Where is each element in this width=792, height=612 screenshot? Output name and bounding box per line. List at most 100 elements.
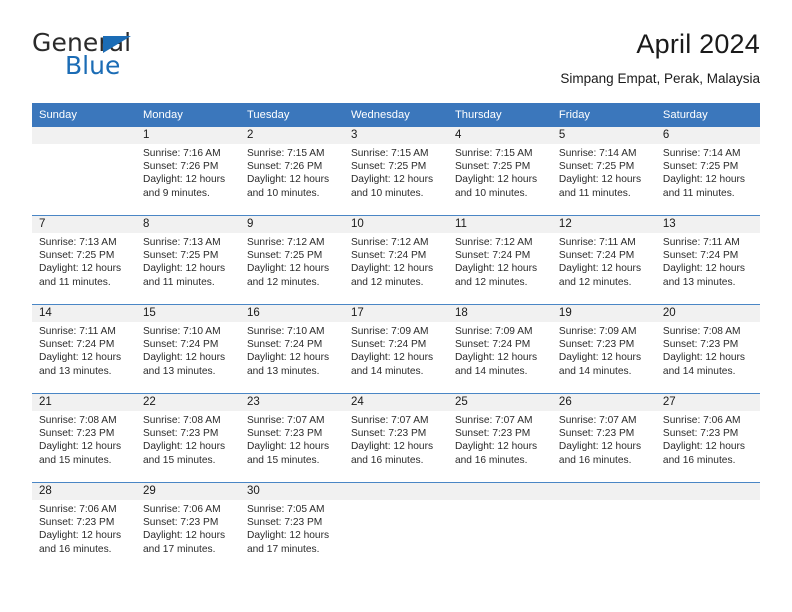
calendar-day-cell[interactable]: 24 Sunrise: 7:07 AM Sunset: 7:23 PM Dayligh… [343, 393, 448, 483]
calendar-day-cell[interactable]: 7 Sunrise: 7:13 AM Sunset: 7:25 PM Daylight… [32, 215, 136, 305]
calendar-week-row: 21 Sunrise: 7:08 AM Sunset: 7:23 PM Dayligh… [32, 393, 760, 483]
calendar-day-cell-empty [343, 482, 448, 571]
weekday-header-saturday: Saturday [655, 103, 760, 127]
weekday-header-monday: Monday [135, 103, 240, 127]
calendar-day-cell[interactable]: 17 Sunrise: 7:09 AM Sunset: 7:24 PM Dayligh… [343, 304, 448, 394]
calendar-day-cell[interactable]: 11 Sunrise: 7:12 AM Sunset: 7:24 PM Dayligh… [447, 215, 552, 305]
daylight-text-line2: and 12 minutes. [558, 276, 632, 288]
day-number: 17 [343, 305, 448, 322]
daylight-text-line2: and 11 minutes. [39, 276, 111, 288]
sunrise-text: Sunrise: 7:09 AM [350, 326, 429, 337]
day-number: 2 [239, 127, 344, 144]
day-sun-info: Sunrise: 7:12 AM Sunset: 7:24 PM Daylight:… [344, 233, 448, 289]
day-sun-info: Sunrise: 7:16 AM Sunset: 7:26 PM Daylight:… [136, 144, 240, 200]
sunrise-text: Sunrise: 7:10 AM [246, 326, 325, 337]
sunrise-text: Sunrise: 7:09 AM [558, 326, 637, 337]
day-number [551, 483, 656, 500]
day-cell-content [655, 483, 760, 571]
calendar-day-cell[interactable]: 15 Sunrise: 7:10 AM Sunset: 7:24 PM Dayligh… [135, 304, 240, 394]
day-sun-info: Sunrise: 7:09 AM Sunset: 7:24 PM Daylight:… [448, 322, 552, 378]
calendar-day-cell[interactable]: 28 Sunrise: 7:06 AM Sunset: 7:23 PM Dayligh… [32, 482, 136, 571]
calendar-day-cell[interactable]: 23 Sunrise: 7:07 AM Sunset: 7:23 PM Dayligh… [239, 393, 344, 483]
calendar-day-cell[interactable]: 26 Sunrise: 7:07 AM Sunset: 7:23 PM Dayligh… [551, 393, 656, 483]
daylight-text-line2: and 16 minutes. [558, 454, 632, 466]
calendar-day-cell[interactable]: 1 Sunrise: 7:16 AM Sunset: 7:26 PM Daylight… [135, 127, 240, 216]
day-cell-content: 22 Sunrise: 7:08 AM Sunset: 7:23 PM Dayligh… [135, 394, 240, 482]
daylight-text-line2: and 14 minutes. [662, 365, 736, 377]
calendar-day-cell-empty [655, 482, 760, 571]
day-cell-content: 6 Sunrise: 7:14 AM Sunset: 7:25 PM Daylight… [655, 127, 760, 215]
day-sun-info [344, 500, 448, 503]
weekday-header-friday: Friday [551, 103, 656, 127]
calendar-day-cell[interactable]: 10 Sunrise: 7:12 AM Sunset: 7:24 PM Dayligh… [343, 215, 448, 305]
calendar-day-cell[interactable]: 5 Sunrise: 7:14 AM Sunset: 7:25 PM Daylight… [551, 127, 656, 216]
day-sun-info: Sunrise: 7:15 AM Sunset: 7:25 PM Daylight:… [344, 144, 448, 200]
calendar-day-cell[interactable]: 8 Sunrise: 7:13 AM Sunset: 7:25 PM Daylight… [135, 215, 240, 305]
sunset-text: Sunset: 7:25 PM [246, 250, 323, 262]
daylight-text-line2: and 13 minutes. [39, 365, 112, 377]
calendar-day-cell[interactable]: 22 Sunrise: 7:08 AM Sunset: 7:23 PM Dayligh… [135, 393, 240, 483]
calendar-day-cell[interactable]: 14 Sunrise: 7:11 AM Sunset: 7:24 PM Dayligh… [32, 304, 136, 394]
calendar-day-cell[interactable]: 21 Sunrise: 7:08 AM Sunset: 7:23 PM Dayligh… [32, 393, 136, 483]
day-number [655, 483, 760, 500]
general-blue-logo[interactable]: General Blue [32, 30, 262, 92]
calendar-day-cell[interactable]: 30 Sunrise: 7:05 AM Sunset: 7:23 PM Dayligh… [239, 482, 344, 571]
daylight-text-line1: Daylight: 12 hours [39, 530, 122, 542]
day-sun-info: Sunrise: 7:06 AM Sunset: 7:23 PM Daylight:… [32, 500, 136, 556]
day-sun-info: Sunrise: 7:13 AM Sunset: 7:25 PM Daylight:… [136, 233, 240, 289]
day-number: 6 [655, 127, 760, 144]
daylight-text-line1: Daylight: 12 hours [246, 263, 330, 275]
calendar-day-cell[interactable]: 6 Sunrise: 7:14 AM Sunset: 7:25 PM Daylight… [655, 127, 760, 216]
day-sun-info: Sunrise: 7:08 AM Sunset: 7:23 PM Daylight:… [32, 411, 136, 467]
day-sun-info: Sunrise: 7:09 AM Sunset: 7:23 PM Daylight:… [552, 322, 656, 378]
daylight-text-line1: Daylight: 12 hours [39, 441, 122, 453]
sunset-text: Sunset: 7:23 PM [142, 428, 219, 440]
daylight-text-line2: and 9 minutes. [142, 187, 210, 199]
day-number: 5 [551, 127, 656, 144]
calendar-day-cell[interactable]: 2 Sunrise: 7:15 AM Sunset: 7:26 PM Daylight… [239, 127, 344, 216]
daylight-text-line2: and 12 minutes. [350, 276, 424, 288]
daylight-text-line1: Daylight: 12 hours [558, 263, 642, 275]
calendar-day-cell[interactable]: 3 Sunrise: 7:15 AM Sunset: 7:25 PM Daylight… [343, 127, 448, 216]
day-cell-content: 7 Sunrise: 7:13 AM Sunset: 7:25 PM Daylight… [32, 216, 136, 304]
day-cell-content [551, 483, 656, 571]
daylight-text-line2: and 17 minutes. [246, 543, 320, 555]
sunset-text: Sunset: 7:23 PM [558, 339, 635, 351]
calendar-day-cell[interactable]: 27 Sunrise: 7:06 AM Sunset: 7:23 PM Dayligh… [655, 393, 760, 483]
day-cell-content: 14 Sunrise: 7:11 AM Sunset: 7:24 PM Dayligh… [32, 305, 136, 393]
calendar-day-cell[interactable]: 20 Sunrise: 7:08 AM Sunset: 7:23 PM Dayligh… [655, 304, 760, 394]
calendar-day-cell-empty [32, 127, 136, 216]
calendar-day-cell[interactable]: 12 Sunrise: 7:11 AM Sunset: 7:24 PM Dayligh… [551, 215, 656, 305]
day-cell-content: 29 Sunrise: 7:06 AM Sunset: 7:23 PM Dayligh… [135, 483, 240, 571]
sunset-text: Sunset: 7:23 PM [558, 428, 635, 440]
title-block: April 2024 Simpang Empat, Perak, Malaysi… [560, 29, 760, 85]
sunset-text: Sunset: 7:24 PM [350, 250, 427, 262]
calendar-day-cell[interactable]: 13 Sunrise: 7:11 AM Sunset: 7:24 PM Dayligh… [655, 215, 760, 305]
day-number: 22 [135, 394, 240, 411]
daylight-text-line2: and 11 minutes. [662, 187, 735, 199]
daylight-text-line1: Daylight: 12 hours [454, 263, 538, 275]
daylight-text-line2: and 15 minutes. [246, 454, 320, 466]
calendar-week-row: 7 Sunrise: 7:13 AM Sunset: 7:25 PM Daylight… [32, 215, 760, 305]
calendar-day-cell[interactable]: 9 Sunrise: 7:12 AM Sunset: 7:25 PM Daylight… [239, 215, 344, 305]
calendar-day-cell[interactable]: 16 Sunrise: 7:10 AM Sunset: 7:24 PM Dayligh… [239, 304, 344, 394]
calendar-week-row: 1 Sunrise: 7:16 AM Sunset: 7:26 PM Daylight… [32, 127, 760, 216]
sunset-text: Sunset: 7:25 PM [142, 250, 219, 262]
daylight-text-line1: Daylight: 12 hours [350, 263, 434, 275]
day-sun-info: Sunrise: 7:08 AM Sunset: 7:23 PM Daylight:… [656, 322, 760, 378]
calendar-day-cell[interactable]: 19 Sunrise: 7:09 AM Sunset: 7:23 PM Dayligh… [551, 304, 656, 394]
calendar-day-cell[interactable]: 4 Sunrise: 7:15 AM Sunset: 7:25 PM Daylight… [447, 127, 552, 216]
weekday-header-wednesday: Wednesday [343, 103, 448, 127]
daylight-text-line1: Daylight: 12 hours [246, 174, 330, 186]
day-cell-content [32, 127, 136, 215]
daylight-text-line1: Daylight: 12 hours [39, 352, 122, 364]
sunrise-text: Sunrise: 7:14 AM [662, 148, 741, 159]
calendar-day-cell[interactable]: 18 Sunrise: 7:09 AM Sunset: 7:24 PM Dayligh… [447, 304, 552, 394]
calendar-day-cell[interactable]: 25 Sunrise: 7:07 AM Sunset: 7:23 PM Dayligh… [447, 393, 552, 483]
calendar-day-cell[interactable]: 29 Sunrise: 7:06 AM Sunset: 7:23 PM Dayligh… [135, 482, 240, 571]
sunrise-text: Sunrise: 7:16 AM [142, 148, 221, 159]
daylight-text-line1: Daylight: 12 hours [454, 441, 538, 453]
page-title: April 2024 [636, 29, 760, 59]
day-sun-info [552, 500, 656, 503]
daylight-text-line2: and 16 minutes. [454, 454, 528, 466]
